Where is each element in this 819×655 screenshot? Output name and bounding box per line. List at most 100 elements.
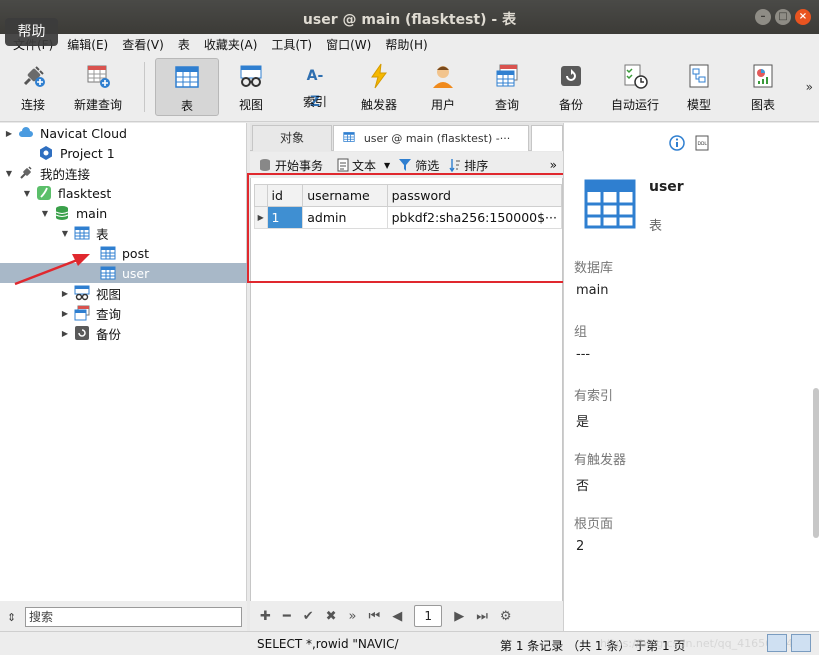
toolbar-backup-button[interactable]: 备份 [546,58,596,116]
sqlite-icon [37,186,51,200]
menu-view[interactable]: 查看(V) [115,36,171,53]
column-header-id[interactable]: id [266,184,304,207]
nav-more-icon[interactable]: » [349,609,357,624]
tab-objects[interactable]: 对象 [252,125,332,151]
table-row[interactable]: ▶ 1 admin pbkdf2:sha256:150000$··· [254,206,563,229]
tree-item-my-connections[interactable]: ▼ 我的连接 [0,163,247,183]
tree-item-label: 表 [96,226,109,242]
tab-user-table[interactable]: user @ main (flasktest) -··· × [333,125,529,171]
info-icon[interactable] [669,135,685,151]
filter-button[interactable]: 筛选 [398,157,439,174]
last-page-icon[interactable]: ⏭ [476,609,488,624]
info-label-group: 组 [574,325,588,340]
tree-item-label: Project 1 [60,145,115,161]
tree-item-views[interactable]: ▶ 视图 [0,283,247,303]
collapse-arrow-icon[interactable]: ▼ [60,229,70,238]
form-view-button[interactable] [791,634,811,652]
menu-table[interactable]: 表 [171,36,197,53]
toolbar-trigger-button[interactable]: 触发器 [354,58,404,116]
row-pointer-icon: ▶ [254,206,268,229]
discard-icon[interactable]: ✖ [326,609,337,624]
collapse-arrow-icon[interactable]: ▼ [4,169,14,178]
tree-item-main[interactable]: ▼ main [0,203,247,223]
grid-view-button[interactable] [767,634,787,652]
tree-item-backups[interactable]: ▶ 备份 [0,323,247,343]
tree-item-navicat-cloud[interactable]: ▶ Navicat Cloud [0,123,247,143]
table-icon [343,132,355,142]
maximize-button[interactable]: □ [775,9,791,25]
menu-tools[interactable]: 工具(T) [264,36,319,53]
toolbar-more-icon[interactable]: » [806,80,813,94]
window-controls: – □ × [755,9,811,25]
toolbar-label: 表 [180,99,193,113]
column-header-username[interactable]: username [302,184,388,207]
query-icon [496,64,518,87]
delete-record-icon[interactable]: ━ [283,609,291,624]
previous-page-icon[interactable]: ◀ [392,609,402,624]
user-icon [433,66,453,88]
text-button[interactable]: 文本 ▼ [337,157,390,174]
view-icon [74,285,90,301]
toolbar-index-button[interactable]: A-Z 索引 [290,58,340,116]
column-header-password[interactable]: password [386,184,563,207]
toolbar-view-button[interactable]: 视图 [226,58,276,116]
toolbar-new-query-button[interactable]: 新建查询 [70,58,126,116]
cell-username[interactable]: admin [302,206,388,229]
toolbar-label: 图表 [750,98,775,112]
add-record-icon[interactable]: ✚ [260,609,271,624]
tree-item-tables[interactable]: ▼ 表 [0,223,247,243]
toolbar-chart-button[interactable]: 图表 [738,58,788,116]
next-page-icon[interactable]: ▶ [454,609,464,624]
toolbar-table-button[interactable]: 表 [155,58,219,116]
menu-favorites[interactable]: 收藏夹(A) [197,36,265,53]
view-mode-buttons [767,634,811,652]
menu-help[interactable]: 帮助(H) [378,36,434,53]
expand-arrow-icon[interactable]: ▶ [60,329,70,338]
minimize-button[interactable]: – [755,9,771,25]
grid-header-row: id username password [254,184,563,207]
expand-arrow-icon[interactable]: ▶ [60,289,70,298]
chevron-down-icon[interactable]: ▼ [384,161,390,170]
tree-item-label: 视图 [96,286,122,302]
search-input[interactable] [25,607,242,627]
close-button[interactable]: × [795,9,811,25]
tab-new[interactable] [531,125,563,151]
help-tooltip: 帮助 [5,18,58,46]
watermark-text: https://blog.csdn.net/qq_41656664 [600,637,794,650]
search-options-icon[interactable]: ⇕ [7,611,16,624]
expand-arrow-icon[interactable]: ▶ [4,129,14,138]
info-label-database: 数据库 [574,261,614,276]
subtoolbar-more-icon[interactable]: » [550,158,557,172]
toolbar-model-button[interactable]: 模型 [674,58,724,116]
menu-edit[interactable]: 编辑(E) [60,36,115,53]
toolbar-user-button[interactable]: 用户 [418,58,468,116]
cell-id[interactable]: 1 [266,206,304,229]
sort-button[interactable]: 排序 [449,157,488,174]
cell-password[interactable]: pbkdf2:sha256:150000$··· [386,206,563,229]
first-page-icon[interactable]: ⏮ [369,609,381,624]
gear-icon[interactable]: ⚙ [500,609,512,624]
toolbar-label: 用户 [430,98,455,112]
menu-window[interactable]: 窗口(W) [319,36,378,53]
table-icon [175,66,199,88]
tree-item-queries[interactable]: ▶ 查询 [0,303,247,323]
tree-item-label: post [122,245,149,261]
text-label: 文本 [352,158,377,173]
toolbar-query-button[interactable]: 查询 [482,58,532,116]
info-scrollbar[interactable] [813,388,819,538]
tree-item-project[interactable]: Project 1 [0,143,247,163]
toolbar-automation-button[interactable]: 自动运行 [606,58,664,116]
collapse-arrow-icon[interactable]: ▼ [40,209,50,218]
search-bar: ⇕ [0,601,247,631]
toolbar-connect-button[interactable]: 连接 [8,58,58,116]
begin-transaction-button[interactable]: 开始事务 [258,157,323,174]
tree-item-user[interactable]: user [0,263,247,283]
expand-arrow-icon[interactable]: ▶ [60,309,70,318]
tree-item-flasktest[interactable]: ▼ flasktest [0,183,247,203]
tree-item-post[interactable]: post [0,243,247,263]
apply-icon[interactable]: ✔ [303,609,314,624]
collapse-arrow-icon[interactable]: ▼ [22,189,32,198]
ddl-icon[interactable]: DDL [695,135,709,151]
page-number-input[interactable]: 1 [414,605,443,627]
filter-label: 筛选 [415,158,440,173]
